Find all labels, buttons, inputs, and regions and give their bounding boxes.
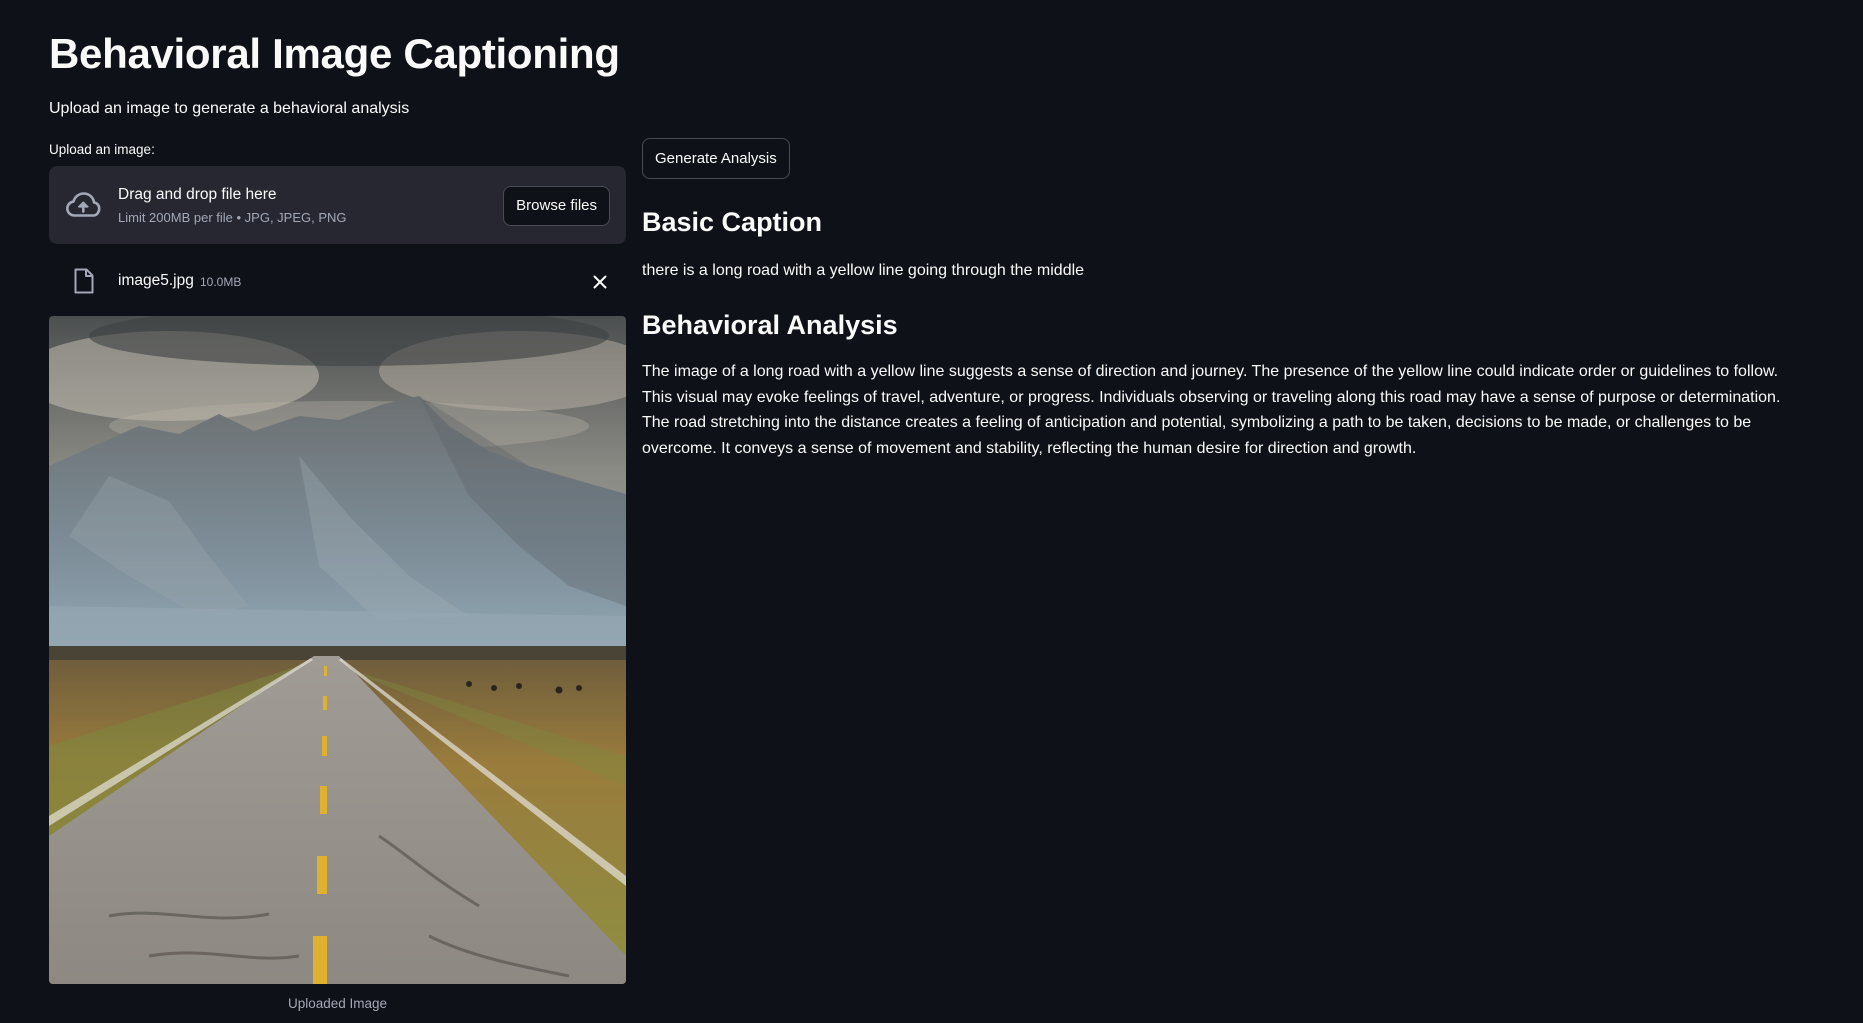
road-landscape-image — [49, 316, 626, 984]
dropzone-title: Drag and drop file here — [118, 186, 277, 203]
uploaded-file-row: image5.jpg 10.0MB — [49, 244, 626, 304]
file-dropzone[interactable]: Drag and drop file here Limit 200MB per … — [49, 166, 626, 244]
upload-column: Upload an image: Drag and drop file here… — [49, 140, 626, 1011]
behavioral-analysis-heading: Behavioral Analysis — [642, 310, 898, 340]
file-icon — [74, 268, 94, 294]
dropzone-limit: Limit 200MB per file • JPG, JPEG, PNG — [118, 210, 347, 225]
page-title: Behavioral Image Captioning — [49, 30, 620, 77]
image-caption: Uploaded Image — [287, 996, 388, 1011]
upload-label: Upload an image: — [49, 142, 155, 157]
dropzone-text: Drag and drop file here Limit 200MB per … — [118, 184, 347, 228]
browse-files-button[interactable]: Browse files — [503, 186, 610, 226]
uploaded-image-preview — [49, 316, 626, 984]
behavioral-analysis-text: The image of a long road with a yellow l… — [642, 363, 1781, 458]
uploaded-file-size: 10.0MB — [200, 275, 242, 289]
basic-caption-heading: Basic Caption — [642, 207, 823, 237]
page-subtitle: Upload an image to generate a behavioral… — [49, 100, 410, 117]
close-icon[interactable] — [588, 270, 612, 294]
cloud-upload-icon — [66, 192, 101, 217]
results-column: Generate Analysis Basic Caption there is… — [642, 138, 1812, 457]
generate-analysis-button[interactable]: Generate Analysis — [642, 138, 790, 179]
app-root: Behavioral Image Captioning Upload an im… — [0, 0, 1863, 1023]
uploaded-file-name: image5.jpg — [118, 272, 194, 289]
basic-caption-text: there is a long road with a yellow line … — [642, 262, 1085, 279]
